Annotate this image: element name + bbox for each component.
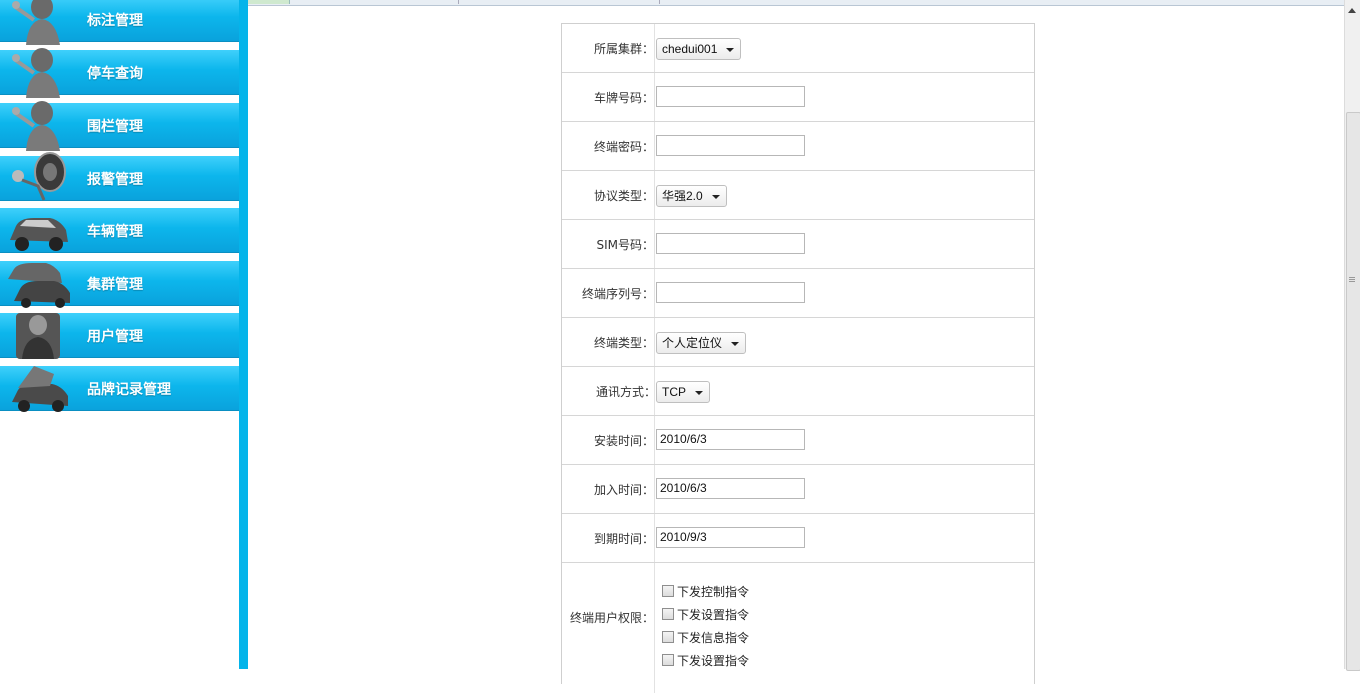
expire-time-label: 到期时间： [593,532,654,546]
sidebar-item-label: 停车查询 [87,66,143,82]
install-time-label: 安装时间： [593,434,654,448]
car-key-remote-icon [12,152,66,201]
permission-option-label: 下发控制指令 [677,585,750,599]
protocol-select-value: 华强2.0 [662,189,703,203]
terminal-password-input[interactable] [656,135,805,156]
permission-option[interactable]: 下发设置指令 [662,652,749,669]
sidebar-item-label: 品牌记录管理 [87,382,171,398]
plate-input[interactable] [656,86,805,107]
terminal-type-label: 终端类型： [593,336,654,350]
scrollbar-thumb[interactable] [1346,112,1360,671]
terminal-edit-form: 所属集群： chedui001 车牌号码： 终端密码： 协议类型： 华强2.0 … [561,23,1035,693]
sidebar-item-user-management[interactable]: 用户管理 [0,313,239,359]
form-row-terminal-type: 终端类型： 个人定位仪 [562,318,1034,367]
terminal-type-select[interactable]: 个人定位仪 [656,332,747,354]
permission-option-label: 下发设置指令 [677,654,750,668]
permission-checkbox[interactable] [662,585,674,597]
sidebar-item-label: 围栏管理 [87,119,143,135]
chevron-down-icon [695,390,703,395]
sidebar-item-vehicle-management[interactable]: 车辆管理 [0,208,239,253]
form-row-expire-time: 到期时间： [562,514,1034,563]
form-row-install-time: 安装时间： [562,416,1034,465]
sidebar-item-cluster-management[interactable]: 集群管理 [0,261,239,308]
user-mechanic-icon [16,313,60,359]
chevron-down-icon [731,341,740,346]
sidebar-item-label: 用户管理 [87,329,143,345]
form-row-join-time: 加入时间： [562,465,1034,514]
form-row-sim: SIM号码： [562,220,1034,269]
serial-label: 终端序列号： [581,287,654,301]
plate-label: 车牌号码： [593,91,654,105]
protocol-label: 协议类型： [593,189,654,203]
form-row-cluster: 所属集群： chedui001 [562,24,1034,73]
cars-group-icon [8,263,70,308]
vertical-scrollbar[interactable] [1344,0,1360,671]
form-row-permissions: 终端用户权限： 下发控制指令 下发设置指令 下发信息指令 下发设置指令 [562,563,1034,693]
cluster-select-value: chedui001 [662,42,718,56]
serial-input[interactable] [656,282,805,303]
form-row-comm-mode: 通讯方式： TCP [562,367,1034,416]
sidebar-item-parking-query[interactable]: 停车查询 [0,48,239,98]
scrollbar-grip-icon [1349,277,1355,278]
install-time-input[interactable] [656,429,805,450]
car-open-hood-icon [12,366,68,412]
mechanic-icon [12,48,60,98]
expire-time-input[interactable] [656,527,805,548]
sidebar-divider-rail [239,0,248,669]
sidebar-item-fence-management[interactable]: 围栏管理 [0,101,239,151]
permission-option[interactable]: 下发设置指令 [662,606,749,623]
protocol-select[interactable]: 华强2.0 [656,185,727,207]
permission-option-label: 下发信息指令 [677,631,750,645]
scroll-up-arrow-icon[interactable] [1348,8,1356,13]
permission-checkbox[interactable] [662,608,674,620]
sidebar-nav: 标注管理 停车查询 围栏管理 报警管理 车辆管理 集群管理 用户管理 品牌记录管… [0,0,241,669]
terminal-password-label: 终端密码： [593,140,654,154]
comm-mode-select[interactable]: TCP [656,381,710,403]
chevron-down-icon [711,194,720,199]
permission-checkbox[interactable] [662,654,674,666]
permission-option-label: 下发设置指令 [677,608,750,622]
sim-input[interactable] [656,233,805,254]
form-row-serial: 终端序列号： [562,269,1034,318]
form-row-plate: 车牌号码： [562,73,1034,122]
sidebar-item-brand-record-management[interactable]: 品牌记录管理 [0,366,239,412]
cluster-label: 所属集群： [593,42,654,56]
permission-option[interactable]: 下发控制指令 [662,583,749,600]
permissions-label: 终端用户权限： [569,611,654,625]
sidebar-item-label: 标注管理 [87,13,143,29]
sidebar-item-label: 车辆管理 [87,224,143,240]
form-row-protocol: 协议类型： 华强2.0 [562,171,1034,220]
permission-checkbox[interactable] [662,631,674,643]
chevron-down-icon [726,47,735,52]
comm-mode-select-value: TCP [662,385,686,399]
browser-tab[interactable] [458,0,660,4]
comm-mode-label: 通讯方式： [595,385,656,399]
sidebar-item-alarm-management[interactable]: 报警管理 [0,152,239,201]
permission-option[interactable]: 下发信息指令 [662,629,749,646]
car-icon [10,218,68,251]
form-row-terminal-password: 终端密码： [562,122,1034,171]
sidebar-item-mark-management[interactable]: 标注管理 [0,0,239,45]
sim-label: SIM号码： [596,238,654,252]
cluster-select[interactable]: chedui001 [656,38,742,60]
mechanic-icon [12,101,60,151]
join-time-label: 加入时间： [593,483,654,497]
sidebar-item-label: 集群管理 [87,277,143,293]
sidebar-item-label: 报警管理 [87,172,143,188]
join-time-input[interactable] [656,478,805,499]
terminal-type-select-value: 个人定位仪 [662,336,723,350]
mechanic-icon [12,0,60,45]
